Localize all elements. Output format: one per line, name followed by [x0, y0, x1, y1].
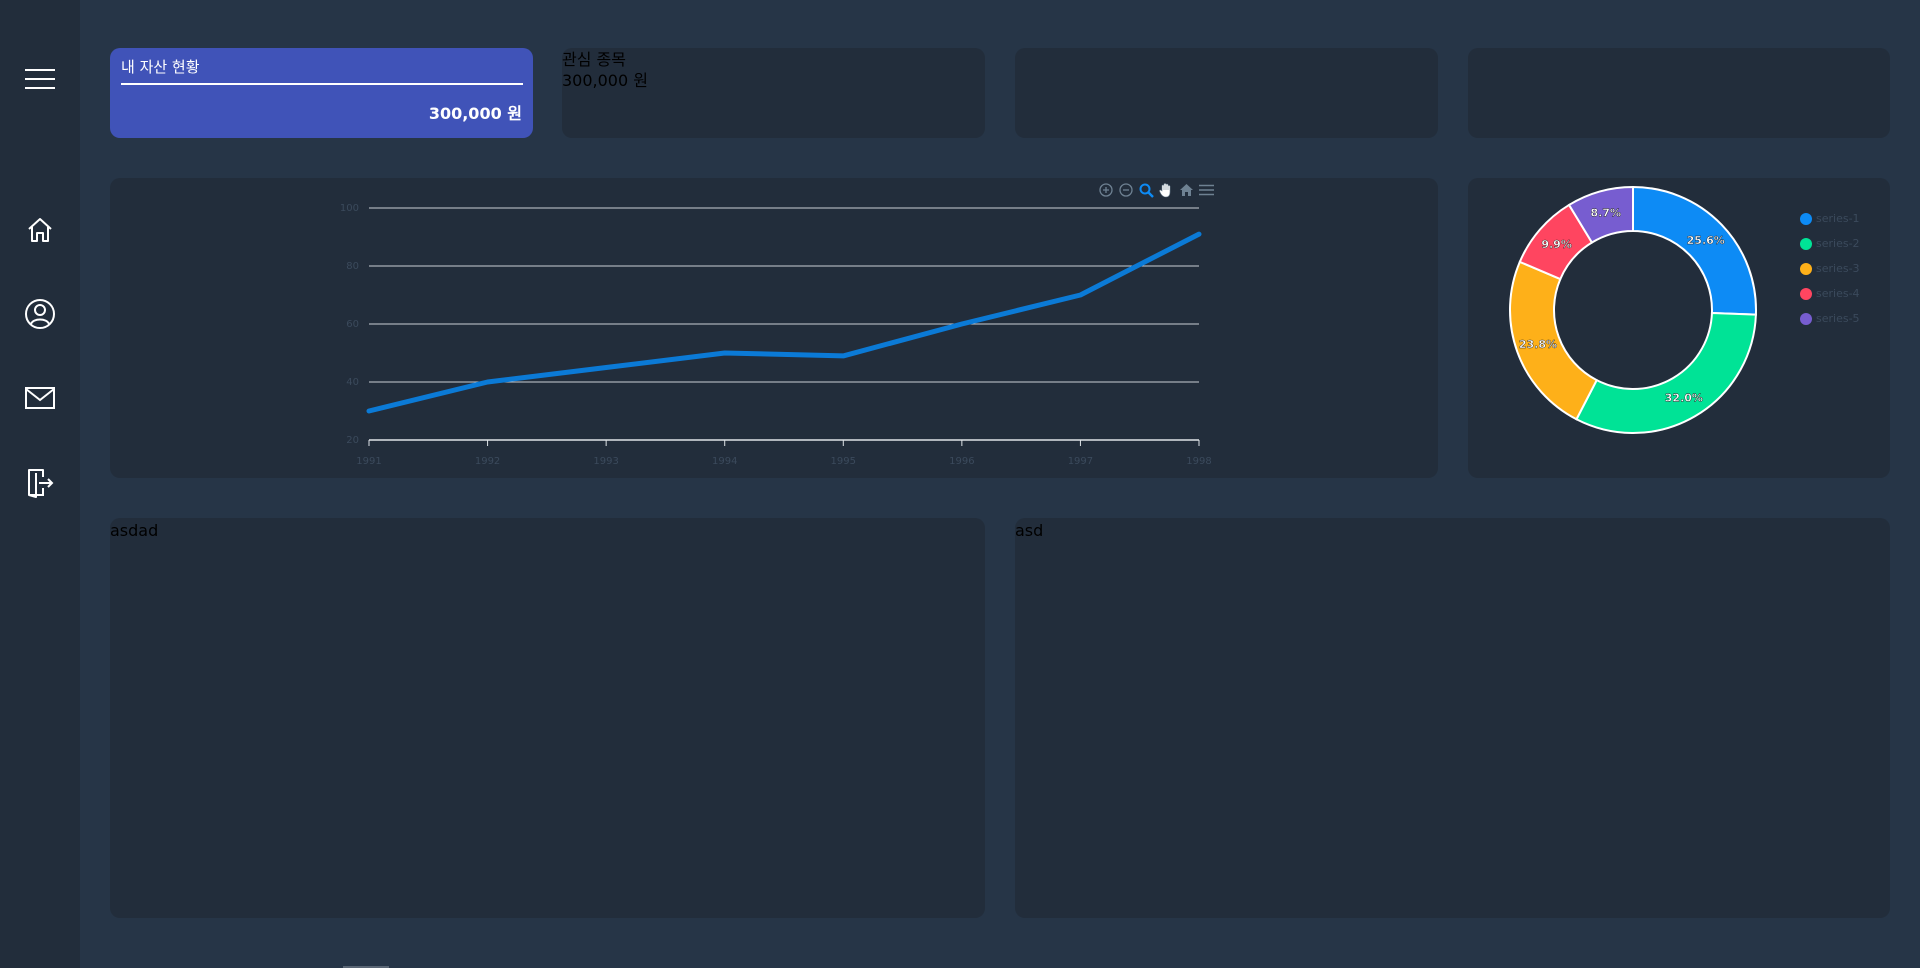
legend-label: series-1 [1816, 212, 1860, 225]
legend-marker [1800, 287, 1812, 300]
legend-item-series-1[interactable]: series-1 [1800, 206, 1860, 231]
bottom-right-panel [1015, 518, 1890, 918]
legend-item-series-4[interactable]: series-4 [1800, 281, 1860, 306]
legend-marker [1800, 212, 1812, 225]
legend-label: series-2 [1816, 237, 1860, 250]
legend-marker [1800, 237, 1812, 250]
legend-label: series-3 [1816, 262, 1860, 275]
slice-data-label: 23.8% [1519, 338, 1557, 351]
slice-data-label: 9.9% [1541, 238, 1572, 251]
bottom-left-panel-label: asdad [110, 521, 159, 540]
slice-data-label: 25.6% [1687, 234, 1725, 247]
legend-marker [1800, 312, 1812, 325]
legend-label: series-5 [1816, 312, 1860, 325]
legend-item-series-5[interactable]: series-5 [1800, 306, 1860, 331]
legend-item-series-2[interactable]: series-2 [1800, 231, 1860, 256]
donut-legend: series-1 series-2 series-3 series-4 seri… [1800, 206, 1860, 331]
bottom-right-panel-label: asd [1015, 521, 1044, 540]
slice-data-label: 8.7% [1590, 207, 1621, 220]
slice-data-label: 32.0% [1665, 391, 1703, 404]
bottom-left-panel [110, 518, 985, 918]
legend-label: series-4 [1816, 287, 1860, 300]
donut-slice[interactable] [1575, 311, 1757, 434]
legend-item-series-3[interactable]: series-3 [1800, 256, 1860, 281]
legend-marker [1800, 262, 1812, 275]
donut-slice[interactable] [1632, 185, 1757, 316]
